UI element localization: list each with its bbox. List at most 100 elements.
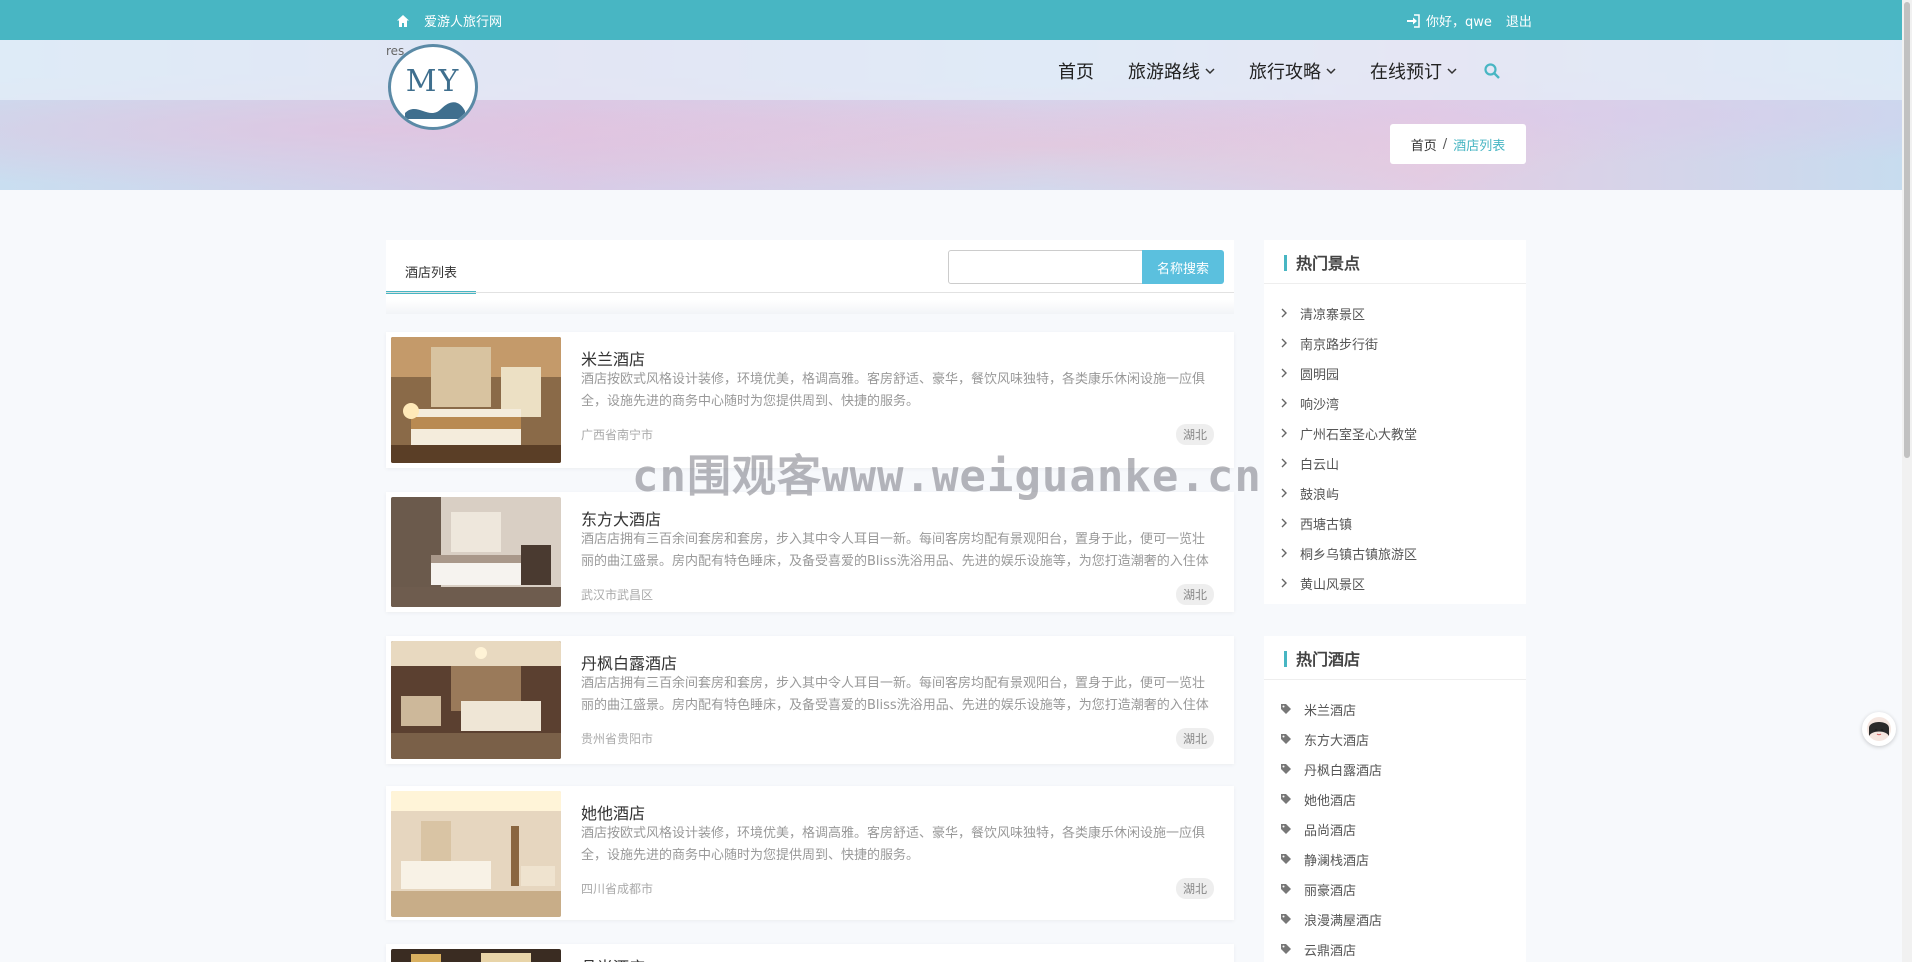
logo-letters: MY [405,63,461,99]
hotel-location: 贵州省贵阳市 [581,732,654,746]
list-item[interactable]: 静澜栈酒店 [1264,844,1526,874]
chevron-right-icon [1281,428,1287,438]
hotel-name[interactable]: 东方大酒店 [581,506,661,530]
chat-avatar[interactable] [1862,712,1896,746]
tag-icon [1281,764,1291,774]
tabs-bar: 酒店列表 名称搜索 [386,240,1234,314]
hot-spots-list: 清凉寨景区 南京路步行街 圆明园 响沙湾 广州石室圣心大教堂 白云山 鼓浪屿 西… [1264,284,1526,598]
breadcrumb-home[interactable]: 首页 [1411,135,1437,154]
hotel-room-image [391,949,561,962]
list-item[interactable]: 丽豪酒店 [1264,874,1526,904]
tag-icon [1281,884,1291,894]
hotel-link: 静澜栈酒店 [1304,853,1370,869]
hotel-location: 广西省南宁市 [581,428,654,442]
tag-icon [1281,914,1291,924]
chevron-right-icon [1281,458,1287,468]
list-item[interactable]: 鼓浪屿 [1264,478,1526,508]
hotel-list-panel: 酒店列表 名称搜索 米兰酒店 酒店按欧式风格设计装修，环境优美，格调高雅。客房舒… [386,240,1234,962]
hotel-link: 她他酒店 [1304,793,1357,809]
spot-label: 桐乡乌镇古镇旅游区 [1300,547,1418,563]
hotel-location: 四川省成都市 [581,882,654,896]
top-bar: 爱游人旅行网 你好，qwe 退出 [0,0,1902,40]
hotel-tag: 湖北 [1175,878,1214,899]
hotel-link: 浪漫满屋酒店 [1304,913,1383,929]
list-item[interactable]: 丹枫白露酒店 [1264,754,1526,784]
hotel-thumbnail[interactable] [391,497,561,607]
breadcrumb-current: 酒店列表 [1453,138,1506,154]
tabs-divider [386,292,1234,293]
hotel-name[interactable]: 米兰酒店 [581,346,645,370]
hotel-name[interactable]: 品尚酒店 [581,954,645,962]
hotel-link: 云鼎酒店 [1304,943,1357,959]
hotel-card[interactable]: 丹枫白露酒店 酒店店拥有三百余间套房和套房，步入其中令人耳目一新。每间客房均配有… [386,636,1234,764]
tab-hotel-list[interactable]: 酒店列表 [386,252,476,294]
site-brand[interactable]: 爱游人旅行网 [396,11,502,30]
hotel-thumbnail[interactable] [391,791,561,917]
tag-icon [1281,794,1291,804]
breadcrumb-separator: / [1442,136,1448,152]
spot-label: 圆明园 [1300,367,1340,383]
home-icon [397,14,409,27]
list-item[interactable]: 响沙湾 [1264,388,1526,418]
chevron-right-icon [1281,368,1287,378]
list-item[interactable]: 黄山风景区 [1264,568,1526,598]
list-item[interactable]: 云鼎酒店 [1264,934,1526,962]
list-item[interactable]: 桐乡乌镇古镇旅游区 [1264,538,1526,568]
tag-icon [1281,824,1291,834]
tag-icon [1281,854,1291,864]
nav-guides[interactable]: 旅行攻略 [1249,58,1336,84]
chevron-down-icon [1326,68,1336,75]
name-search-button[interactable]: 名称搜索 [1142,250,1224,284]
list-item[interactable]: 品尚酒店 [1264,814,1526,844]
hotel-card[interactable]: 东方大酒店 酒店店拥有三百余间套房和套房，步入其中令人耳目一新。每间客房均配有景… [386,492,1234,612]
hotel-name[interactable]: 她他酒店 [581,800,645,824]
chevron-right-icon [1281,398,1287,408]
list-item[interactable]: 清凉寨景区 [1264,298,1526,328]
hot-spots-panel: 热门景点 清凉寨景区 南京路步行街 圆明园 响沙湾 广州石室圣心大教堂 白云山 … [1264,240,1526,604]
hotel-link: 品尚酒店 [1304,823,1357,839]
greeting[interactable]: 你好，qwe [1426,11,1492,30]
list-item[interactable]: 她他酒店 [1264,784,1526,814]
list-item[interactable]: 浪漫满屋酒店 [1264,904,1526,934]
hotel-link: 丹枫白露酒店 [1304,763,1383,779]
hotel-link: 丽豪酒店 [1304,883,1357,899]
nav-home[interactable]: 首页 [1058,58,1094,84]
hot-spots-title: 热门景点 [1264,240,1526,284]
list-item[interactable]: 西塘古镇 [1264,508,1526,538]
nav-booking-label: 在线预订 [1370,62,1442,83]
site-logo[interactable]: MY [388,44,478,130]
list-item[interactable]: 白云山 [1264,448,1526,478]
search-icon[interactable] [1483,62,1501,80]
scrollbar-thumb[interactable] [1904,2,1910,458]
hotel-card[interactable]: 米兰酒店 酒店按欧式风格设计装修，环境优美，格调高雅。客房舒适、豪华，餐饮风味独… [386,332,1234,468]
hotel-link: 东方大酒店 [1304,733,1370,749]
chevron-down-icon [1205,68,1215,75]
tag-icon [1281,944,1291,954]
hotel-card[interactable]: 她他酒店 酒店按欧式风格设计装修，环境优美，格调高雅。客房舒适、豪华，餐饮风味独… [386,786,1234,920]
hotel-name[interactable]: 丹枫白露酒店 [581,650,677,674]
list-item[interactable]: 圆明园 [1264,358,1526,388]
hotel-thumbnail[interactable] [391,641,561,759]
nav-routes[interactable]: 旅游路线 [1128,58,1215,84]
nav-booking[interactable]: 在线预订 [1370,58,1457,84]
list-item[interactable]: 米兰酒店 [1264,694,1526,724]
nav-home-label: 首页 [1058,62,1094,83]
hotel-room-image [391,791,561,917]
hotel-card[interactable]: 品尚酒店 [386,944,1234,962]
list-item[interactable]: 南京路步行街 [1264,328,1526,358]
hotel-thumbnail[interactable] [391,337,561,463]
spot-label: 白云山 [1300,457,1340,473]
logout-link[interactable]: 退出 [1506,11,1532,30]
search-input[interactable] [948,250,1144,284]
logo-wave-icon [405,102,465,119]
spot-label: 广州石室圣心大教堂 [1300,427,1418,443]
spot-label: 西塘古镇 [1300,517,1353,533]
main-nav: 首页 旅游路线 旅行攻略 在线预订 [1058,58,1501,84]
tabs-shadow [386,300,1234,314]
list-item[interactable]: 广州石室圣心大教堂 [1264,418,1526,448]
hotel-tag: 湖北 [1175,728,1214,749]
list-item[interactable]: 东方大酒店 [1264,724,1526,754]
chevron-right-icon [1281,338,1287,348]
sign-in-icon [1407,13,1420,28]
hotel-thumbnail[interactable] [391,949,561,962]
